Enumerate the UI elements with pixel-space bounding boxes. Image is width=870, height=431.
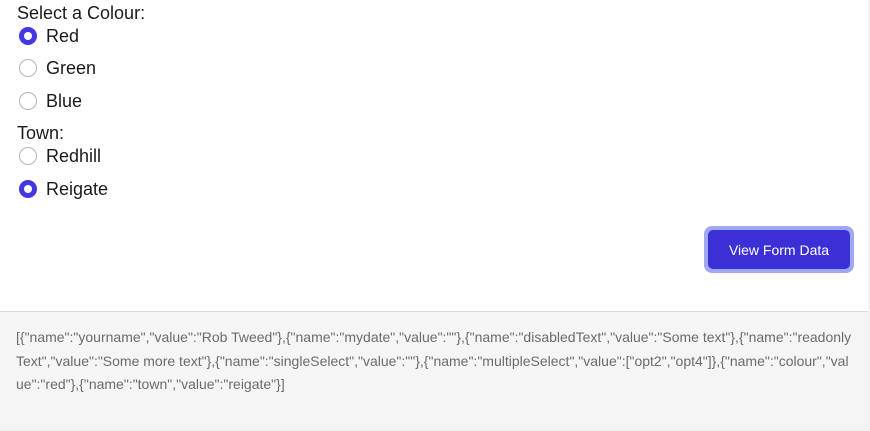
form-card: Select a Colour: Red Green Blue Town: Re… [0, 0, 868, 425]
radio-reigate[interactable] [19, 180, 37, 198]
radio-green[interactable] [19, 59, 37, 77]
form-area: Select a Colour: Red Green Blue Town: Re… [0, 0, 868, 311]
radio-label-blue: Blue [46, 91, 83, 111]
radio-label-red: Red [46, 26, 80, 46]
radio-blue[interactable] [19, 92, 37, 110]
radio-option-blue[interactable]: Blue [19, 89, 82, 113]
radio-redhill[interactable] [19, 147, 37, 165]
radio-option-redhill[interactable]: Redhill [19, 144, 101, 168]
form-data-output: [{"name":"yourname","value":"Rob Tweed"}… [0, 311, 868, 425]
view-form-data-button[interactable]: View Form Data [708, 230, 850, 269]
view-form-data-focus-ring: View Form Data [704, 226, 854, 273]
radio-option-green[interactable]: Green [19, 56, 96, 80]
town-group-label: Town: [17, 123, 65, 143]
radio-label-redhill: Redhill [46, 146, 102, 166]
radio-label-reigate: Reigate [46, 179, 109, 199]
radio-red[interactable] [19, 27, 37, 45]
radio-option-red[interactable]: Red [19, 24, 79, 48]
radio-option-reigate[interactable]: Reigate [19, 177, 108, 201]
radio-label-green: Green [46, 58, 97, 78]
colour-group-label: Select a Colour: [17, 3, 146, 23]
